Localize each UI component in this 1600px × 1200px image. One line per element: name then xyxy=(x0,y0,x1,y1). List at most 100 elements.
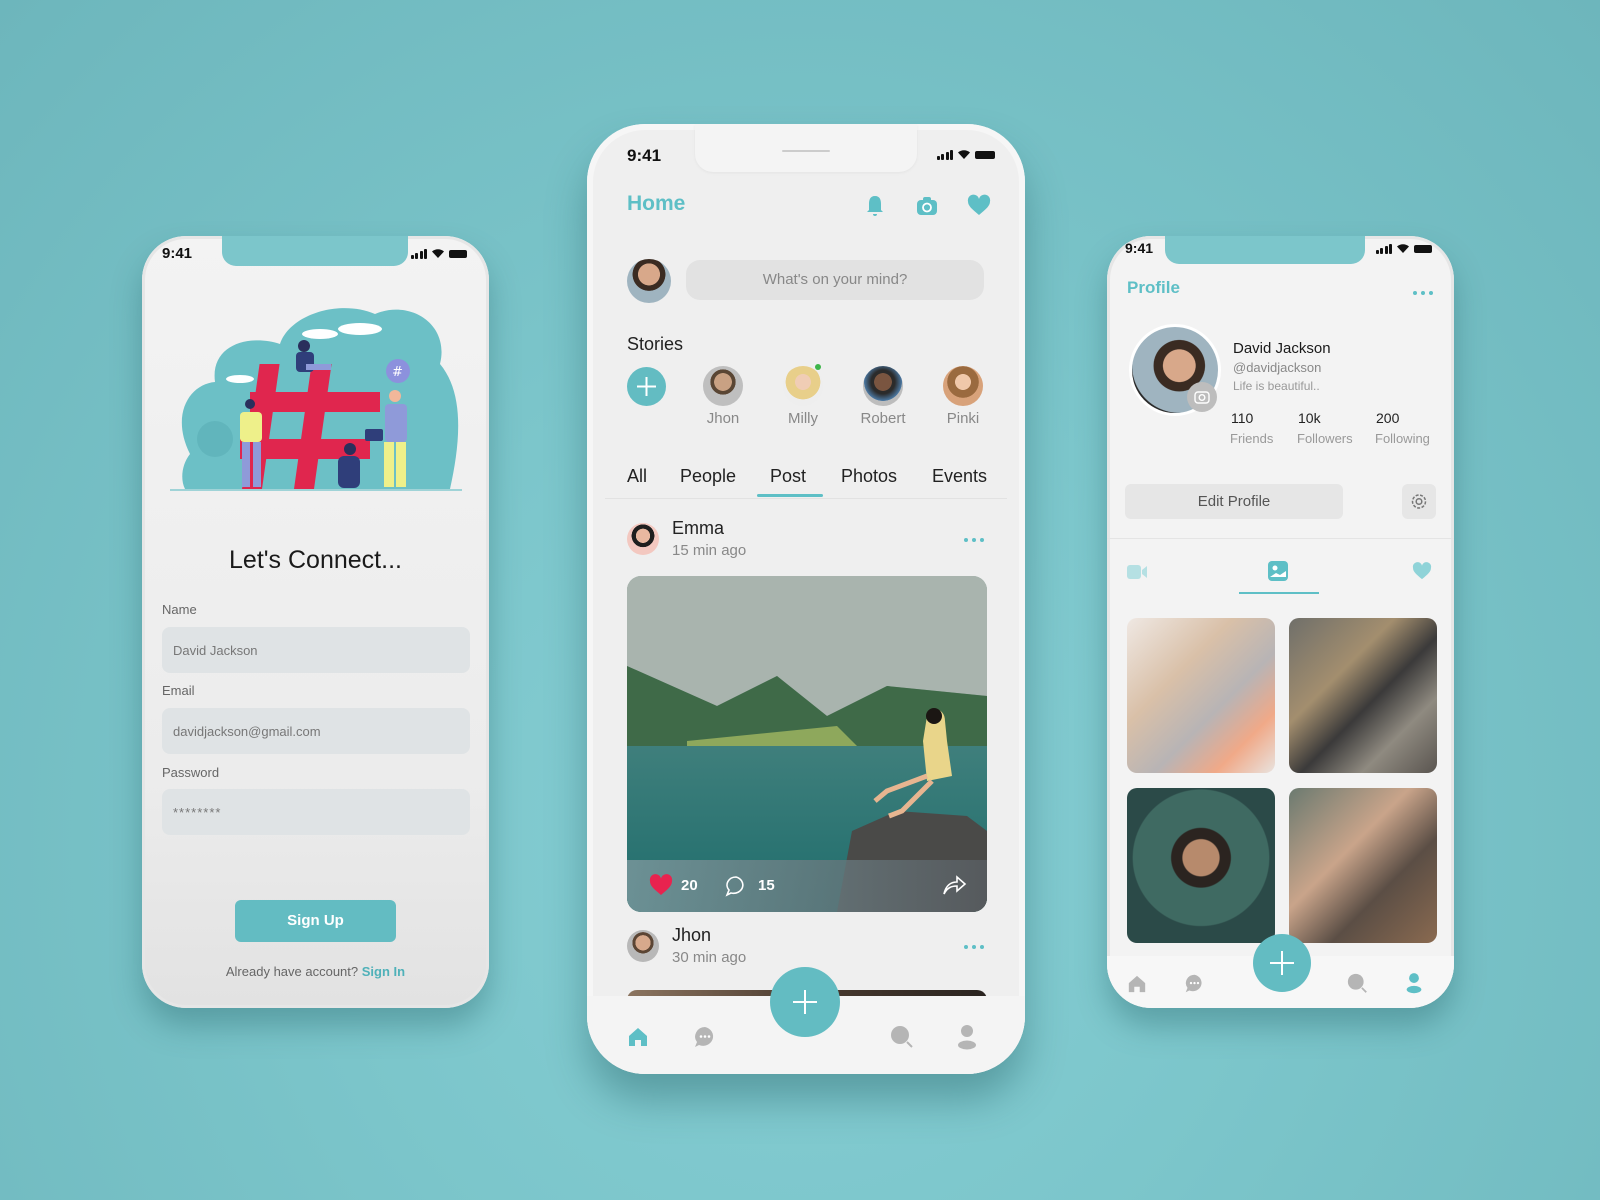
camera-icon xyxy=(1194,391,1210,404)
battery-icon xyxy=(975,150,995,159)
account-prompt-text: Already have account? xyxy=(225,964,359,979)
page-title: Profile xyxy=(1127,278,1180,297)
tab-people[interactable]: People xyxy=(680,466,736,487)
signal-icon xyxy=(936,149,953,160)
following-count: 200 xyxy=(1376,410,1400,426)
post-time: 15 min ago xyxy=(672,542,747,559)
story-item[interactable]: Milly xyxy=(773,364,833,427)
wifi-icon xyxy=(1397,244,1409,253)
tab-events[interactable]: Events xyxy=(932,466,987,487)
active-media-tab-indicator xyxy=(1239,592,1319,594)
page-title: Home xyxy=(627,192,686,215)
profile-name: David Jackson xyxy=(1233,340,1331,357)
home-phone: 9:41 Home What's on your mind? Stories J… xyxy=(587,124,1025,1074)
signal-icon xyxy=(1375,243,1392,254)
post-options-icon[interactable] xyxy=(964,538,984,542)
followers-count: 10k xyxy=(1298,410,1321,426)
like-icon[interactable] xyxy=(649,874,673,896)
sign-up-button[interactable]: Sign Up xyxy=(235,900,396,942)
post-composer-input[interactable]: What's on your mind? xyxy=(686,260,984,300)
battery-icon xyxy=(449,249,467,258)
email-label: Email xyxy=(162,683,195,698)
story-name: Jhon xyxy=(706,410,740,427)
status-icons xyxy=(936,149,995,160)
divider xyxy=(1107,538,1454,539)
stories-heading: Stories xyxy=(627,334,684,354)
post-author-avatar[interactable] xyxy=(627,523,659,555)
notch xyxy=(222,236,408,266)
wifi-icon xyxy=(958,150,970,159)
status-time: 9:41 xyxy=(1125,240,1154,256)
friends-label[interactable]: Friends xyxy=(1230,431,1273,446)
create-post-button[interactable] xyxy=(770,967,840,1037)
story-item[interactable]: Pinki xyxy=(933,366,993,427)
bell-icon[interactable] xyxy=(863,194,887,218)
email-field[interactable] xyxy=(162,708,470,754)
post-author[interactable]: Emma xyxy=(672,518,724,539)
status-icons xyxy=(1375,243,1432,254)
sign-in-link[interactable]: Sign In xyxy=(362,964,405,979)
swimmer-photo[interactable] xyxy=(1127,788,1275,943)
camera-icon[interactable] xyxy=(915,194,939,218)
svg-text:#: # xyxy=(392,365,403,380)
story-name: Milly xyxy=(788,410,818,427)
battery-icon xyxy=(1414,244,1432,253)
create-post-button[interactable] xyxy=(1253,934,1311,992)
home-icon[interactable] xyxy=(1127,974,1147,994)
heart-icon[interactable] xyxy=(967,194,991,218)
tab-all[interactable]: All xyxy=(627,466,647,487)
profile-handle: @davidjackson xyxy=(1233,360,1322,375)
edit-profile-button[interactable]: Edit Profile xyxy=(1125,484,1343,519)
followers-label[interactable]: Followers xyxy=(1297,431,1353,446)
notch xyxy=(695,124,917,172)
name-label: Name xyxy=(162,602,197,617)
add-story-button[interactable] xyxy=(627,367,666,406)
chat-icon[interactable] xyxy=(1184,973,1205,994)
share-icon[interactable] xyxy=(941,873,967,897)
comment-count: 15 xyxy=(758,877,775,894)
story-avatar xyxy=(783,364,823,406)
user-avatar[interactable] xyxy=(627,259,671,303)
online-indicator xyxy=(815,364,821,370)
story-item[interactable]: Robert xyxy=(853,366,913,427)
post-author-avatar[interactable] xyxy=(627,930,659,962)
more-options-icon[interactable] xyxy=(1413,291,1433,295)
settings-button[interactable] xyxy=(1402,484,1436,519)
tab-post[interactable]: Post xyxy=(770,466,806,487)
video-icon[interactable] xyxy=(1127,564,1149,580)
story-avatar xyxy=(703,366,743,406)
search-icon[interactable] xyxy=(1347,973,1368,994)
image-icon[interactable] xyxy=(1268,561,1288,581)
page-title: Let's Connect... xyxy=(229,546,402,574)
password-field[interactable] xyxy=(162,789,470,835)
chat-icon[interactable] xyxy=(693,1025,717,1049)
signup-phone: 9:41 # Let's Connect... Name Ema xyxy=(142,236,489,1008)
hashtag-illustration: # xyxy=(170,308,462,491)
heart-icon[interactable] xyxy=(1412,562,1432,580)
profile-icon[interactable] xyxy=(1405,972,1423,994)
change-photo-button[interactable] xyxy=(1187,382,1217,412)
profile-icon[interactable] xyxy=(956,1024,978,1050)
post-author[interactable]: Jhon xyxy=(672,925,711,946)
status-time: 9:41 xyxy=(627,146,662,165)
tab-photos[interactable]: Photos xyxy=(841,466,897,487)
post-image[interactable]: 20 15 xyxy=(627,576,987,912)
story-name: Pinki xyxy=(946,410,980,427)
coworkers-laptop-photo[interactable] xyxy=(1289,788,1437,943)
post-actions-bar: 20 15 xyxy=(627,860,987,912)
divider xyxy=(605,498,1007,499)
following-label[interactable]: Following xyxy=(1375,431,1430,446)
story-item[interactable]: Jhon xyxy=(693,366,753,427)
comment-icon[interactable] xyxy=(724,874,748,898)
home-icon[interactable] xyxy=(627,1026,649,1048)
cafe-dog-photo[interactable] xyxy=(1289,618,1437,773)
search-icon[interactable] xyxy=(890,1025,914,1049)
wedding-hands-photo[interactable] xyxy=(1127,618,1275,773)
post-time: 30 min ago xyxy=(672,949,747,966)
post-options-icon[interactable] xyxy=(964,945,984,949)
friends-count: 110 xyxy=(1231,410,1254,426)
profile-bio: Life is beautiful.. xyxy=(1233,379,1320,393)
story-name: Robert xyxy=(860,410,906,427)
name-field[interactable] xyxy=(162,627,470,673)
plus-icon xyxy=(637,377,656,396)
